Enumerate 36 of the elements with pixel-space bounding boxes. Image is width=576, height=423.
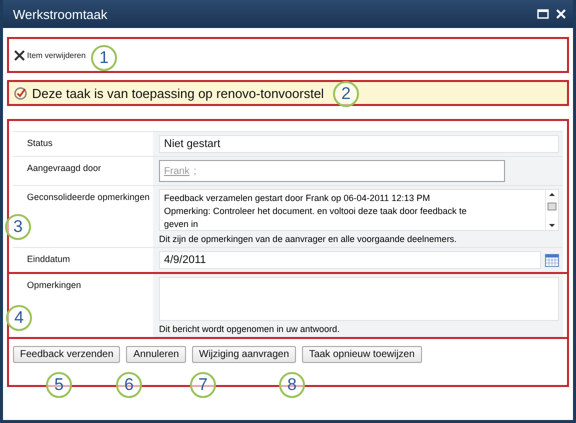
callout-number: 7 [190, 372, 216, 398]
calendar-icon[interactable] [545, 254, 559, 266]
field-label: Status [27, 138, 53, 148]
callout-number: 4 [6, 305, 32, 331]
field-label: Einddatum [27, 254, 70, 264]
action-button[interactable]: Wijziging aanvragen [192, 346, 296, 363]
comments-area[interactable]: Feedback verzamelen gestart door Frank op 06-04-2011 12:13 PM Opmerking: Controleer het document. en voltooi deze taak door feedback te geven in [159, 189, 559, 231]
callout-number: 1 [91, 45, 117, 71]
task-check-icon [14, 86, 27, 100]
notice-text: Deze taak is van toepassing op renovo-tonvoorstel [32, 86, 324, 100]
comment-line: Feedback verzamelen gestart door Frank op 06-04-2011 12:13 PM [164, 192, 431, 205]
comment-line: geven in [164, 218, 200, 230]
scrollbar-icon[interactable] [545, 190, 558, 230]
delete-icon [14, 50, 25, 60]
callout-number: 8 [279, 372, 305, 398]
callout-number: 5 [46, 372, 72, 398]
callout-number: 6 [116, 372, 142, 398]
delete-item-button[interactable]: Item verwijderen [14, 50, 86, 60]
separator-text: ; [194, 166, 196, 176]
window-title: Werkstroomtaak [13, 6, 108, 22]
callout-number: 2 [333, 81, 359, 107]
action-button[interactable]: Feedback verzenden [13, 346, 120, 363]
comments-input[interactable] [159, 277, 559, 321]
action-button[interactable]: Annuleren [126, 346, 186, 363]
help-text: Dit zijn de opmerkingen van de aanvrager en alle voorgaande deelnemers. [159, 233, 458, 244]
close-icon[interactable] [555, 8, 567, 20]
date-field[interactable]: 4/9/2011 [159, 251, 541, 269]
comment-line: Opmerking: Controleer het document. en voltooi deze taak door feedback te [164, 205, 468, 218]
field-label: Aangevraagd door [27, 163, 102, 173]
maximize-icon[interactable] [537, 8, 549, 20]
field-label: Opmerkingen [27, 280, 82, 290]
help-text: Dit bericht wordt opgenomen in uw antwoord. [159, 323, 341, 334]
field-label: Geconsolideerde opmerkingen [27, 192, 150, 202]
status-field[interactable]: Niet gestart [159, 135, 559, 153]
action-button[interactable]: Taak opnieuw toewijzen [302, 346, 422, 363]
callout-number: 3 [5, 214, 31, 240]
